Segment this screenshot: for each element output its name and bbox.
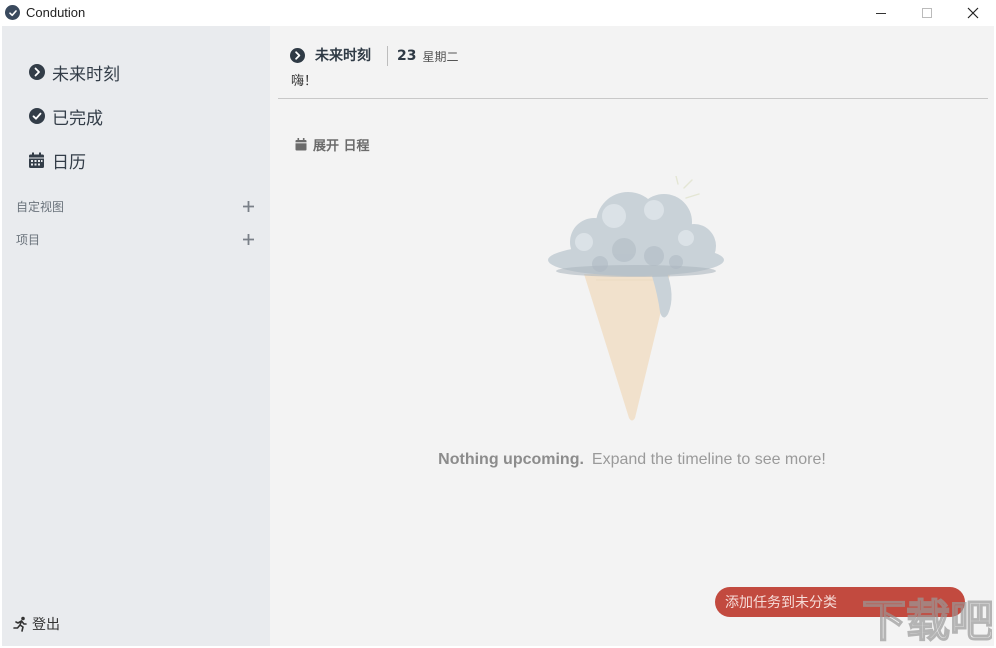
sidebar-item-upcoming[interactable]: 未来时刻 xyxy=(28,59,120,85)
sidebar-item-label: 未来时刻 xyxy=(52,64,120,85)
sidebar-item-calendar[interactable]: 日历 xyxy=(28,147,86,173)
title-bar: Condution xyxy=(0,0,996,26)
running-person-icon xyxy=(12,616,28,632)
minimize-button[interactable] xyxy=(858,0,904,26)
header-divider xyxy=(387,46,388,66)
page-title: 未来时刻 xyxy=(290,44,371,66)
empty-state: Nothing upcoming. Expand the timeline to … xyxy=(270,451,994,469)
expand-label: 展开 日程 xyxy=(313,138,370,154)
greeting: 嗨！ xyxy=(291,74,318,89)
minimize-icon xyxy=(876,13,886,14)
sidebar-item-label: 日历 xyxy=(52,152,86,173)
plus-icon xyxy=(242,200,254,212)
header-date: 23 星期二 xyxy=(397,45,459,67)
header-underline xyxy=(278,98,988,99)
calendar-icon xyxy=(28,152,45,169)
sidebar: 未来时刻 已完成 日历 自定视图 项目 登出 xyxy=(2,26,270,646)
empty-state-title: Nothing upcoming. xyxy=(438,451,584,468)
melting-ice-cream-icon xyxy=(548,176,724,421)
sidebar-item-label: 已完成 xyxy=(52,108,103,129)
date-day: 23 xyxy=(397,48,417,64)
plus-icon xyxy=(242,233,254,245)
empty-state-subtitle: Expand the timeline to see more! xyxy=(591,451,826,468)
check-circle-icon xyxy=(28,108,45,125)
maximize-button[interactable] xyxy=(904,0,950,26)
close-icon xyxy=(967,7,979,19)
sidebar-item-completed[interactable]: 已完成 xyxy=(28,103,103,129)
check-circle-icon xyxy=(5,5,20,20)
chevron-right-circle-icon xyxy=(290,47,305,63)
svg-text:下载吧: 下载吧 xyxy=(862,596,992,646)
logout-button[interactable]: 登出 xyxy=(12,614,60,634)
maximize-icon xyxy=(922,8,932,18)
chevron-right-circle-icon xyxy=(28,64,45,81)
add-custom-view-button[interactable] xyxy=(240,198,256,214)
date-weekday: 星期二 xyxy=(422,49,459,64)
logout-label: 登出 xyxy=(32,617,60,633)
window-title: Condution xyxy=(26,5,86,20)
section-label: 自定视图 xyxy=(16,199,65,214)
close-button[interactable] xyxy=(950,0,996,26)
section-label: 项目 xyxy=(16,232,41,247)
section-custom-views: 自定视图 xyxy=(16,197,256,215)
section-projects: 项目 xyxy=(16,230,256,248)
expand-timeline-button[interactable]: 展开 日程 xyxy=(294,135,370,154)
page-title-text: 未来时刻 xyxy=(315,48,371,64)
add-project-button[interactable] xyxy=(240,231,256,247)
main-content: 未来时刻 23 星期二 嗨！ 展开 日程 Nothing upcoming. E… xyxy=(270,26,994,646)
calendar-icon xyxy=(294,137,307,151)
watermark-logo: 下载吧 xyxy=(861,595,992,646)
